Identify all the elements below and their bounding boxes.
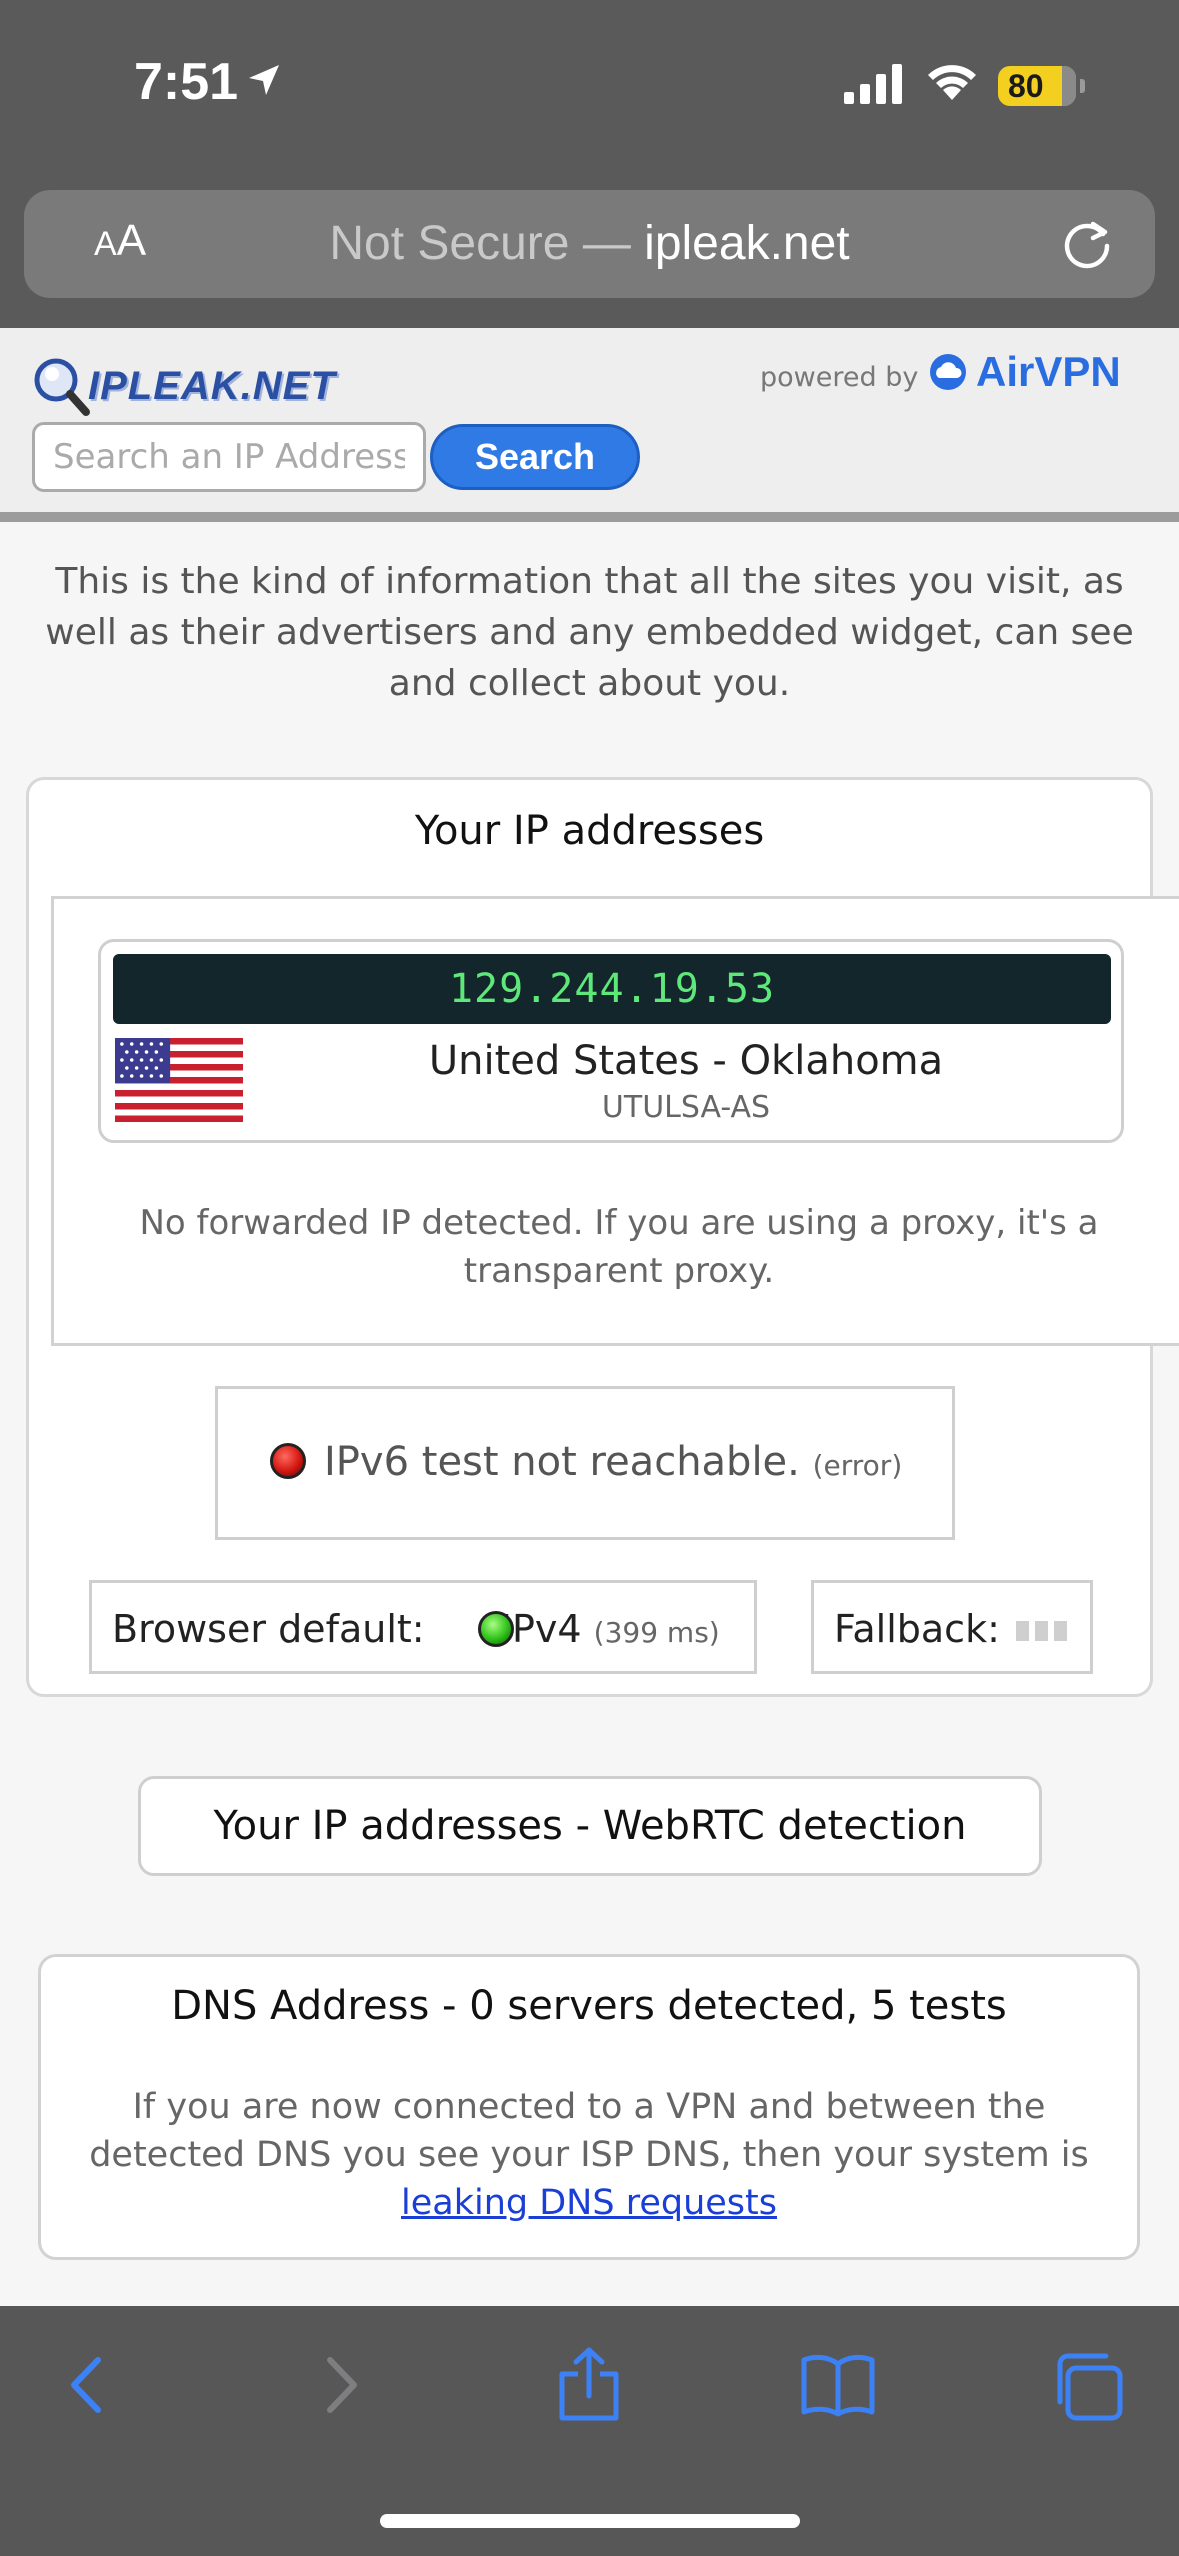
airvpn-brand[interactable]: AirVPN bbox=[976, 348, 1121, 396]
search-button[interactable]: Search bbox=[430, 424, 640, 490]
browser-default-label: Browser default: bbox=[112, 1607, 425, 1651]
ip-address[interactable]: 129.244.19.53 bbox=[113, 954, 1111, 1024]
battery-indicator: 80 bbox=[998, 66, 1085, 106]
logo-text: IPLEAK.NET bbox=[88, 364, 336, 408]
fallback-box: Fallback: bbox=[811, 1580, 1093, 1674]
address-bar[interactable]: AA Not Secure — ipleak.net bbox=[24, 190, 1155, 298]
location-arrow-icon bbox=[249, 65, 279, 95]
ip-card-title: Your IP addresses bbox=[414, 808, 765, 854]
bookmarks-icon[interactable] bbox=[800, 2352, 876, 2418]
dns-description-text: If you are now connected to a VPN and be… bbox=[89, 2087, 1089, 2175]
ipleak-logo[interactable]: IPLEAK.NET bbox=[32, 356, 362, 426]
magnifier-logo-icon bbox=[34, 358, 90, 416]
cellular-signal-icon bbox=[844, 64, 902, 104]
intro-text: This is the kind of information that all… bbox=[45, 561, 1134, 704]
status-green-dot-icon bbox=[478, 1611, 514, 1647]
browser-default-box: Browser default: IPv4 (399 ms) bbox=[89, 1580, 757, 1674]
ip-location: United States - Oklahoma bbox=[428, 1038, 944, 1084]
forward-icon[interactable] bbox=[316, 2352, 366, 2418]
url-display[interactable]: Not Secure — ipleak.net bbox=[24, 216, 1155, 271]
not-secure-label: Not Secure — bbox=[329, 217, 631, 270]
wifi-icon bbox=[928, 65, 976, 100]
browser-default-time: (399 ms) bbox=[593, 1616, 720, 1649]
reload-icon[interactable] bbox=[1059, 216, 1115, 272]
fallback-label: Fallback: bbox=[834, 1607, 1000, 1651]
tabs-icon[interactable] bbox=[1052, 2352, 1124, 2422]
ip-isp: UTULSA-AS bbox=[601, 1090, 771, 1125]
home-indicator bbox=[380, 2514, 800, 2528]
ipv6-error-label: (error) bbox=[812, 1449, 903, 1482]
share-icon[interactable] bbox=[556, 2346, 622, 2422]
dns-address-card: DNS Address - 0 servers detected, 5 test… bbox=[38, 1954, 1140, 2260]
forwarded-ip-note: No forwarded IP detected. If you are usi… bbox=[139, 1203, 1099, 1291]
dns-description: If you are now connected to a VPN and be… bbox=[71, 2083, 1107, 2227]
site-header: IPLEAK.NET powered by AirVPN Search bbox=[0, 328, 1179, 522]
leaking-dns-link[interactable]: leaking DNS requests bbox=[401, 2183, 777, 2223]
status-red-dot-icon bbox=[270, 1443, 306, 1479]
ip-detail-panel: 129.244.19.53 United States - Oklahoma U… bbox=[51, 896, 1179, 1346]
back-icon[interactable] bbox=[62, 2352, 112, 2418]
url-host: ipleak.net bbox=[644, 217, 850, 270]
ip-search-input[interactable] bbox=[32, 422, 426, 492]
us-flag-icon bbox=[115, 1038, 243, 1122]
ipv6-status-text: IPv6 test not reachable. bbox=[324, 1439, 800, 1485]
battery-level: 80 bbox=[1008, 68, 1044, 104]
ip-info-box[interactable]: 129.244.19.53 United States - Oklahoma U… bbox=[98, 939, 1124, 1143]
airvpn-logo-icon bbox=[930, 354, 966, 390]
powered-by-label: powered by bbox=[760, 362, 919, 393]
dns-title: DNS Address - 0 servers detected, 5 test… bbox=[171, 1983, 1007, 2029]
browser-top-chrome: 7:51 80 AA Not Secure — ipleak.net bbox=[0, 0, 1179, 328]
loading-icon bbox=[1016, 1621, 1067, 1641]
ip-addresses-card: Your IP addresses 129.244.19.53 United S… bbox=[26, 777, 1179, 1697]
webrtc-detection-button[interactable]: Your IP addresses - WebRTC detection bbox=[138, 1776, 1042, 1876]
ipv6-status: IPv6 test not reachable. (error) bbox=[324, 1439, 902, 1485]
browser-default: Browser default: IPv4 (399 ms) bbox=[112, 1607, 720, 1651]
status-time: 7:51 bbox=[134, 53, 239, 111]
ipv6-test-box: IPv6 test not reachable. (error) bbox=[215, 1386, 955, 1540]
